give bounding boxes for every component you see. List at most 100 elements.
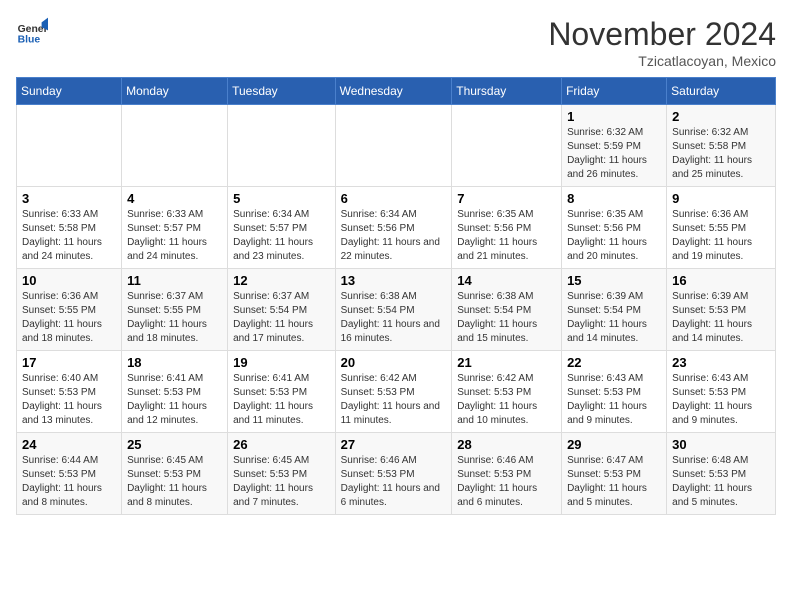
calendar-cell: 22 Sunrise: 6:43 AM Sunset: 5:53 PM Dayli… <box>562 351 667 433</box>
day-info: Sunrise: 6:41 AM Sunset: 5:53 PM Dayligh… <box>127 372 222 428</box>
day-info: Sunrise: 6:43 AM Sunset: 5:53 PM Dayligh… <box>567 372 661 428</box>
calendar-cell <box>122 105 228 187</box>
week-row-4: 24Sunrise: 6:44 AM Sunset: 5:53 PM Dayli… <box>17 433 776 515</box>
day-info: Sunrise: 6:34 AM Sunset: 5:57 PM Dayligh… <box>233 208 330 264</box>
header-wednesday: Wednesday <box>335 78 452 105</box>
calendar-cell: 23 Sunrise: 6:43 AM Sunset: 5:53 PM Dayli… <box>667 351 776 433</box>
day-number: 6 <box>341 191 447 206</box>
calendar-cell: 5 Sunrise: 6:34 AM Sunset: 5:57 PM Daylig… <box>228 187 336 269</box>
day-number: 13 <box>341 273 447 288</box>
calendar-cell: 19 Sunrise: 6:41 AM Sunset: 5:53 PM Dayli… <box>228 351 336 433</box>
calendar-cell: 21 Sunrise: 6:42 AM Sunset: 5:53 PM Dayli… <box>452 351 562 433</box>
calendar-cell: 25 Sunrise: 6:45 AM Sunset: 5:53 PM Dayli… <box>122 433 228 515</box>
day-number: 8 <box>567 191 661 206</box>
week-row-2: 10 Sunrise: 6:36 AM Sunset: 5:55 PM Dayli… <box>17 269 776 351</box>
day-info: Sunrise: 6:40 AM Sunset: 5:53 PM Dayligh… <box>22 372 116 428</box>
calendar-cell <box>17 105 122 187</box>
day-number: 19 <box>233 355 330 370</box>
day-number: 26 <box>233 437 330 452</box>
day-number: 2 <box>672 109 770 124</box>
calendar-header-row: SundayMondayTuesdayWednesdayThursdayFrid… <box>17 78 776 105</box>
calendar-cell: 2Sunrise: 6:32 AM Sunset: 5:58 PM Daylig… <box>667 105 776 187</box>
calendar-cell: 24Sunrise: 6:44 AM Sunset: 5:53 PM Dayli… <box>17 433 122 515</box>
day-number: 27 <box>341 437 447 452</box>
day-info: Sunrise: 6:36 AM Sunset: 5:55 PM Dayligh… <box>672 208 770 264</box>
header-saturday: Saturday <box>667 78 776 105</box>
calendar-cell <box>228 105 336 187</box>
calendar-cell: 26 Sunrise: 6:45 AM Sunset: 5:53 PM Dayli… <box>228 433 336 515</box>
calendar-cell: 7Sunrise: 6:35 AM Sunset: 5:56 PM Daylig… <box>452 187 562 269</box>
day-info: Sunrise: 6:34 AM Sunset: 5:56 PM Dayligh… <box>341 208 447 264</box>
logo-icon: General Blue <box>16 16 48 48</box>
day-number: 28 <box>457 437 556 452</box>
day-info: Sunrise: 6:32 AM Sunset: 5:59 PM Dayligh… <box>567 126 661 182</box>
day-number: 23 <box>672 355 770 370</box>
day-number: 1 <box>567 109 661 124</box>
day-number: 18 <box>127 355 222 370</box>
header-tuesday: Tuesday <box>228 78 336 105</box>
day-info: Sunrise: 6:41 AM Sunset: 5:53 PM Dayligh… <box>233 372 330 428</box>
day-number: 11 <box>127 273 222 288</box>
day-number: 21 <box>457 355 556 370</box>
day-info: Sunrise: 6:35 AM Sunset: 5:56 PM Dayligh… <box>567 208 661 264</box>
calendar-cell: 8 Sunrise: 6:35 AM Sunset: 5:56 PM Daylig… <box>562 187 667 269</box>
header-thursday: Thursday <box>452 78 562 105</box>
day-info: Sunrise: 6:39 AM Sunset: 5:53 PM Dayligh… <box>672 290 770 346</box>
day-info: Sunrise: 6:44 AM Sunset: 5:53 PM Dayligh… <box>22 454 116 510</box>
day-info: Sunrise: 6:43 AM Sunset: 5:53 PM Dayligh… <box>672 372 770 428</box>
day-info: Sunrise: 6:47 AM Sunset: 5:53 PM Dayligh… <box>567 454 661 510</box>
day-info: Sunrise: 6:42 AM Sunset: 5:53 PM Dayligh… <box>457 372 556 428</box>
day-number: 22 <box>567 355 661 370</box>
calendar-cell: 1 Sunrise: 6:32 AM Sunset: 5:59 PM Daylig… <box>562 105 667 187</box>
calendar-cell <box>335 105 452 187</box>
day-info: Sunrise: 6:42 AM Sunset: 5:53 PM Dayligh… <box>341 372 447 428</box>
day-info: Sunrise: 6:45 AM Sunset: 5:53 PM Dayligh… <box>233 454 330 510</box>
header-sunday: Sunday <box>17 78 122 105</box>
day-number: 17 <box>22 355 116 370</box>
calendar-cell: 17 Sunrise: 6:40 AM Sunset: 5:53 PM Dayli… <box>17 351 122 433</box>
day-number: 14 <box>457 273 556 288</box>
day-number: 16 <box>672 273 770 288</box>
calendar-cell: 29Sunrise: 6:47 AM Sunset: 5:53 PM Dayli… <box>562 433 667 515</box>
month-title: November 2024 <box>548 16 776 53</box>
day-number: 3 <box>22 191 116 206</box>
calendar-cell <box>452 105 562 187</box>
calendar-cell: 9 Sunrise: 6:36 AM Sunset: 5:55 PM Daylig… <box>667 187 776 269</box>
week-row-0: 1 Sunrise: 6:32 AM Sunset: 5:59 PM Daylig… <box>17 105 776 187</box>
location: Tzicatlacoyan, Mexico <box>548 53 776 69</box>
day-info: Sunrise: 6:37 AM Sunset: 5:55 PM Dayligh… <box>127 290 222 346</box>
day-info: Sunrise: 6:36 AM Sunset: 5:55 PM Dayligh… <box>22 290 116 346</box>
day-number: 25 <box>127 437 222 452</box>
calendar-cell: 27 Sunrise: 6:46 AM Sunset: 5:53 PM Dayli… <box>335 433 452 515</box>
calendar-cell: 13Sunrise: 6:38 AM Sunset: 5:54 PM Dayli… <box>335 269 452 351</box>
day-info: Sunrise: 6:39 AM Sunset: 5:54 PM Dayligh… <box>567 290 661 346</box>
calendar-cell: 28 Sunrise: 6:46 AM Sunset: 5:53 PM Dayli… <box>452 433 562 515</box>
day-number: 5 <box>233 191 330 206</box>
calendar-cell: 4Sunrise: 6:33 AM Sunset: 5:57 PM Daylig… <box>122 187 228 269</box>
day-number: 9 <box>672 191 770 206</box>
page-header: General Blue November 2024 Tzicatlacoyan… <box>16 16 776 69</box>
day-info: Sunrise: 6:38 AM Sunset: 5:54 PM Dayligh… <box>457 290 556 346</box>
day-number: 12 <box>233 273 330 288</box>
calendar-cell: 15 Sunrise: 6:39 AM Sunset: 5:54 PM Dayli… <box>562 269 667 351</box>
logo: General Blue <box>16 16 48 48</box>
day-info: Sunrise: 6:48 AM Sunset: 5:53 PM Dayligh… <box>672 454 770 510</box>
week-row-1: 3Sunrise: 6:33 AM Sunset: 5:58 PM Daylig… <box>17 187 776 269</box>
calendar-cell: 11 Sunrise: 6:37 AM Sunset: 5:55 PM Dayli… <box>122 269 228 351</box>
day-info: Sunrise: 6:46 AM Sunset: 5:53 PM Dayligh… <box>341 454 447 510</box>
week-row-3: 17 Sunrise: 6:40 AM Sunset: 5:53 PM Dayli… <box>17 351 776 433</box>
calendar-cell: 18 Sunrise: 6:41 AM Sunset: 5:53 PM Dayli… <box>122 351 228 433</box>
day-number: 15 <box>567 273 661 288</box>
header-friday: Friday <box>562 78 667 105</box>
calendar-cell: 14 Sunrise: 6:38 AM Sunset: 5:54 PM Dayli… <box>452 269 562 351</box>
day-number: 4 <box>127 191 222 206</box>
svg-text:Blue: Blue <box>18 34 41 45</box>
day-info: Sunrise: 6:45 AM Sunset: 5:53 PM Dayligh… <box>127 454 222 510</box>
day-info: Sunrise: 6:37 AM Sunset: 5:54 PM Dayligh… <box>233 290 330 346</box>
calendar-cell: 20Sunrise: 6:42 AM Sunset: 5:53 PM Dayli… <box>335 351 452 433</box>
day-number: 30 <box>672 437 770 452</box>
day-number: 10 <box>22 273 116 288</box>
calendar-cell: 10 Sunrise: 6:36 AM Sunset: 5:55 PM Dayli… <box>17 269 122 351</box>
calendar-table: SundayMondayTuesdayWednesdayThursdayFrid… <box>16 77 776 515</box>
day-info: Sunrise: 6:46 AM Sunset: 5:53 PM Dayligh… <box>457 454 556 510</box>
